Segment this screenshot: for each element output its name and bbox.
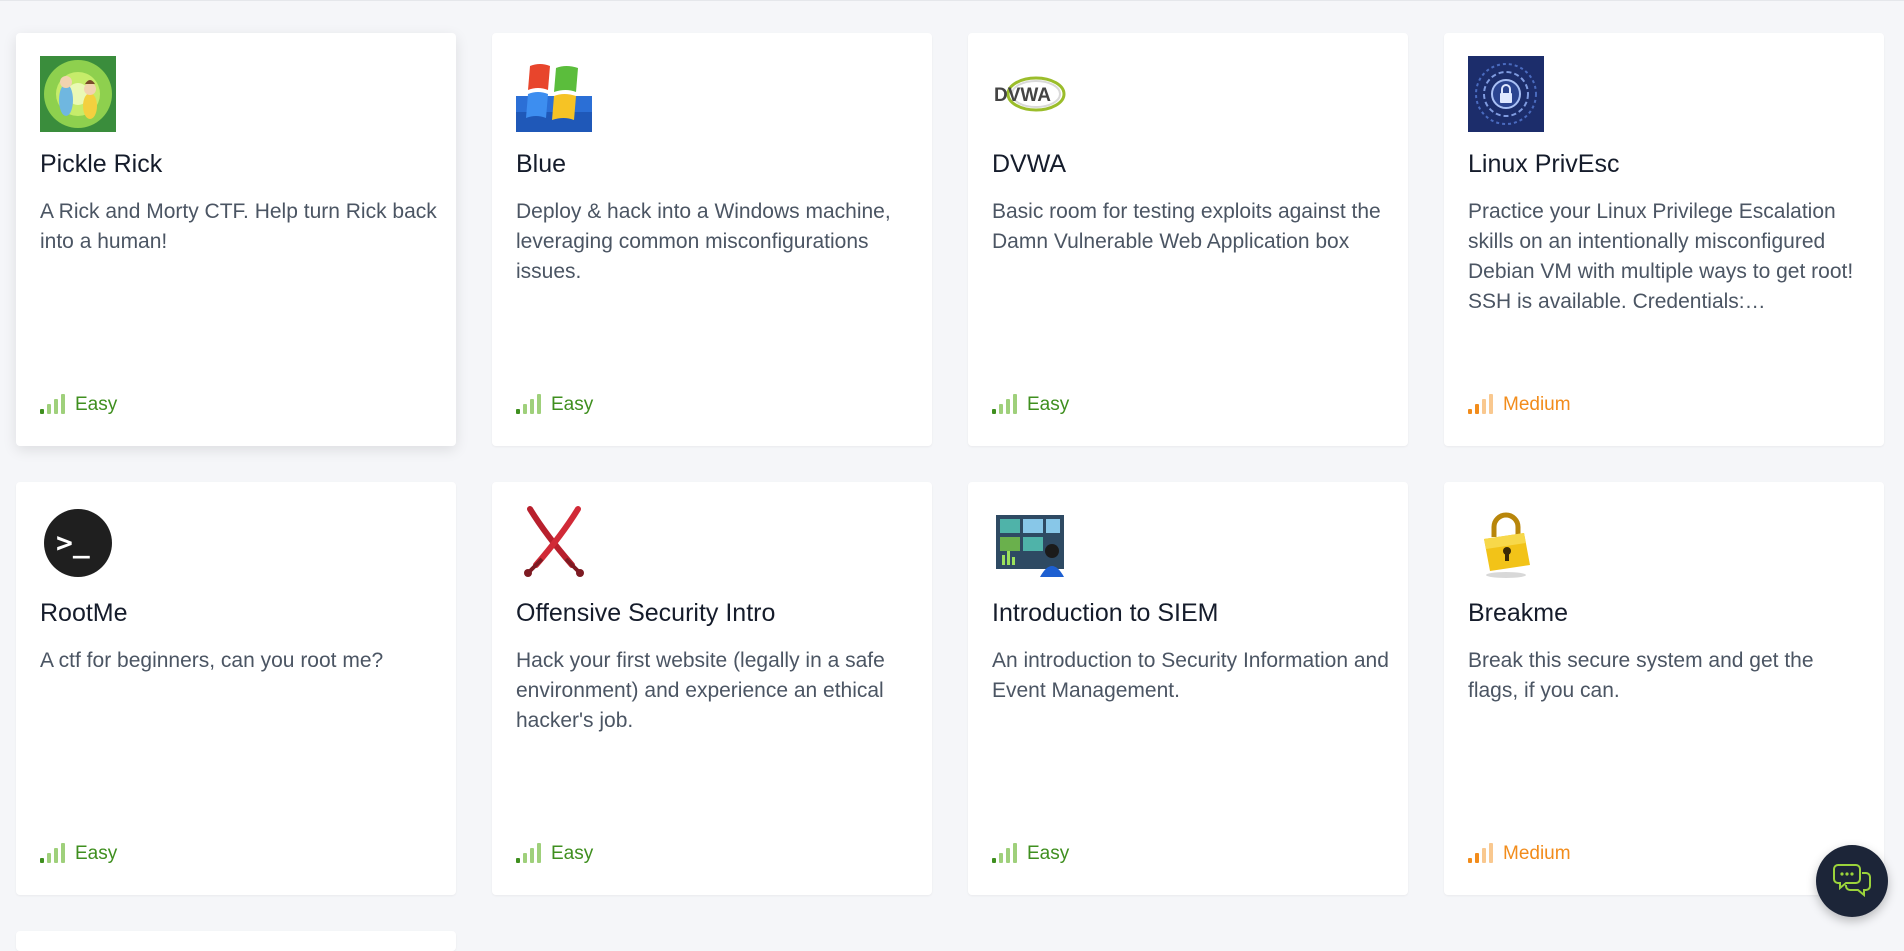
room-description: An introduction to Security Information … [992, 649, 1389, 702]
room-title[interactable]: Pickle Rick [40, 150, 162, 179]
room-card-linux-privesc[interactable]: Linux PrivEsc Practice your Linux Privil… [1444, 33, 1884, 446]
room-title[interactable]: Introduction to SIEM [992, 599, 1219, 628]
room-card-breakme[interactable]: Breakme Break this secure system and get… [1444, 482, 1884, 895]
difficulty-bars-icon [516, 394, 541, 414]
difficulty-bars-icon [992, 843, 1017, 863]
room-title[interactable]: Breakme [1468, 599, 1568, 628]
crossed-swords-icon [516, 505, 592, 581]
room-description: Practice your Linux Privilege Escalation… [1468, 200, 1854, 313]
difficulty-label: Easy [75, 843, 118, 864]
difficulty-label: Medium [1503, 394, 1571, 415]
difficulty-badge: Easy [992, 843, 1069, 865]
room-card-introduction-to-siem[interactable]: Introduction to SIEM An introduction to … [968, 482, 1408, 895]
difficulty-label: Easy [551, 394, 594, 415]
room-description: Break this secure system and get the fla… [1468, 649, 1814, 702]
chat-widget-button[interactable] [1816, 845, 1888, 917]
difficulty-badge: Easy [40, 843, 117, 865]
difficulty-badge: Easy [516, 843, 593, 865]
room-card-partial[interactable] [16, 931, 456, 951]
difficulty-bars-icon [1468, 843, 1493, 863]
padlock-icon [1468, 505, 1544, 581]
room-card-rootme[interactable]: >_ RootMe A ctf for beginners, can you r… [16, 482, 456, 895]
difficulty-label: Medium [1503, 843, 1571, 864]
room-title[interactable]: RootMe [40, 599, 128, 628]
page-top-divider [0, 0, 1904, 1]
room-description: A ctf for beginners, can you root me? [40, 649, 384, 672]
difficulty-bars-icon [40, 394, 65, 414]
pickle-rick-icon [40, 56, 116, 132]
terminal-icon: >_ [40, 505, 116, 581]
room-card-pickle-rick[interactable]: Pickle Rick A Rick and Morty CTF. Help t… [16, 33, 456, 446]
siem-analyst-icon [992, 505, 1068, 581]
difficulty-bars-icon [516, 843, 541, 863]
svg-text:>_: >_ [56, 526, 90, 559]
difficulty-badge: Easy [992, 394, 1069, 416]
room-description: Hack your first website (legally in a sa… [516, 649, 885, 732]
room-description: A Rick and Morty CTF. Help turn Rick bac… [40, 200, 437, 253]
difficulty-label: Easy [551, 843, 594, 864]
room-card-blue[interactable]: Blue Deploy & hack into a Windows machin… [492, 33, 932, 446]
svg-text:DVWA: DVWA [994, 85, 1051, 106]
difficulty-label: Easy [75, 394, 118, 415]
difficulty-badge: Easy [516, 394, 593, 416]
difficulty-badge: Easy [40, 394, 117, 416]
cyber-lock-icon [1468, 56, 1544, 132]
difficulty-bars-icon [40, 843, 65, 863]
room-title[interactable]: DVWA [992, 150, 1066, 179]
difficulty-bars-icon [1468, 394, 1493, 414]
room-title[interactable]: Linux PrivEsc [1468, 150, 1619, 179]
room-title[interactable]: Blue [516, 150, 566, 179]
windows-logo-icon [516, 56, 592, 132]
room-card-dvwa[interactable]: DVWA DVWA Basic room for testing exploit… [968, 33, 1408, 446]
difficulty-badge: Medium [1468, 394, 1571, 416]
chat-bubbles-icon [1832, 861, 1872, 902]
difficulty-badge: Medium [1468, 843, 1571, 865]
room-description: Deploy & hack into a Windows machine, le… [516, 200, 891, 283]
room-card-offensive-security-intro[interactable]: Offensive Security Intro Hack your first… [492, 482, 932, 895]
difficulty-bars-icon [992, 394, 1017, 414]
room-description: Basic room for testing exploits against … [992, 200, 1381, 253]
difficulty-label: Easy [1027, 843, 1070, 864]
room-title[interactable]: Offensive Security Intro [516, 599, 775, 628]
difficulty-label: Easy [1027, 394, 1070, 415]
dvwa-logo-icon: DVWA [992, 56, 1068, 132]
room-grid: Pickle Rick A Rick and Morty CTF. Help t… [16, 33, 1885, 895]
